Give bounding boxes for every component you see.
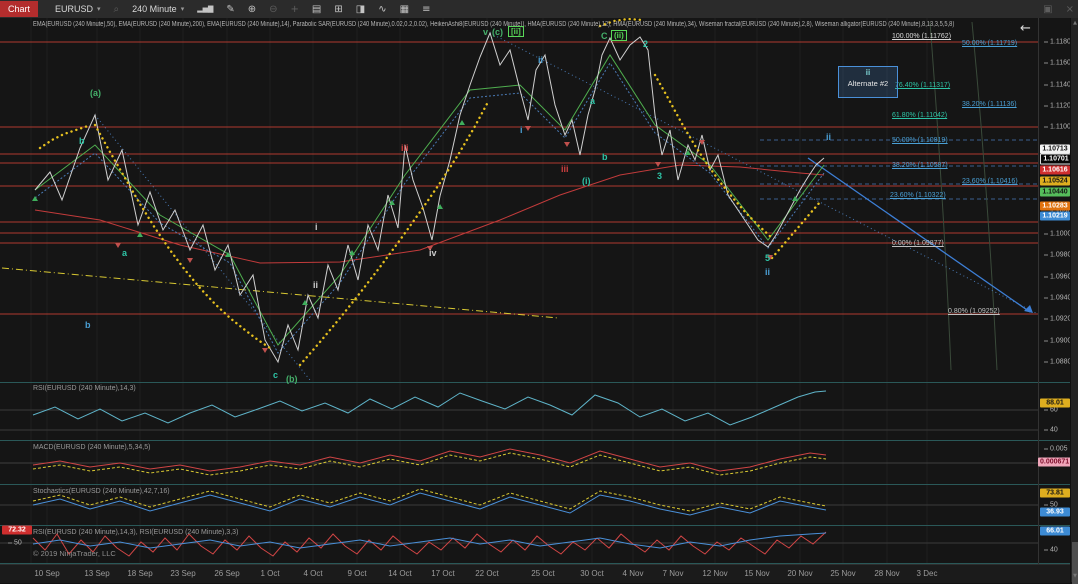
search-icon[interactable]: ⌕ bbox=[110, 4, 124, 15]
alternate-annotation[interactable]: ii Alternate #2 bbox=[838, 66, 898, 98]
price-marker-badge: 1.10219 bbox=[1040, 212, 1070, 221]
panel-splitter[interactable] bbox=[0, 382, 1070, 383]
price-marker-badge: 1.10701 bbox=[1040, 154, 1072, 165]
price-marker-badge: 1.10283 bbox=[1040, 202, 1070, 211]
axis-tick-label: 50 bbox=[1044, 502, 1058, 509]
zoom-in-icon[interactable]: ⊕ bbox=[244, 4, 260, 15]
close-icon[interactable]: × bbox=[1062, 4, 1078, 15]
instrument-select[interactable]: EURUSD ▾ bbox=[51, 4, 105, 14]
ninjatrader-window: Chart EURUSD ▾ ⌕ 240 Minute ▾ ▂▅▇ ✎ ⊕ ⊖ … bbox=[0, 0, 1078, 582]
toolbar: Chart EURUSD ▾ ⌕ 240 Minute ▾ ▂▅▇ ✎ ⊕ ⊖ … bbox=[0, 0, 1078, 18]
templates-icon[interactable]: ▦ bbox=[396, 4, 413, 15]
alerts-icon[interactable]: ⊞ bbox=[330, 4, 346, 15]
panel-splitter[interactable] bbox=[0, 525, 1070, 526]
price-axis-border bbox=[1038, 18, 1039, 564]
scroll-down-icon[interactable]: ▼ bbox=[1071, 573, 1078, 579]
price-marker-badge: 88.01 bbox=[1040, 399, 1070, 408]
price-marker-badge: 36.93 bbox=[1040, 508, 1070, 517]
properties-icon[interactable]: ≡ bbox=[418, 4, 434, 15]
panel-splitter[interactable] bbox=[0, 484, 1070, 485]
panel-splitter[interactable] bbox=[0, 440, 1070, 441]
data-box-icon[interactable]: ▤ bbox=[308, 4, 325, 15]
rsi1-plot[interactable] bbox=[0, 383, 1038, 440]
time-axis[interactable] bbox=[0, 564, 1070, 583]
instrument-label: EURUSD bbox=[55, 4, 93, 14]
price-marker-badge: 73.81 bbox=[1040, 489, 1070, 498]
axis-tick-label: 0.005 bbox=[1044, 446, 1068, 453]
macd-plot[interactable] bbox=[0, 441, 1038, 484]
interval-select[interactable]: 240 Minute ▾ bbox=[128, 4, 188, 14]
panel-label-macd: MACD(EURUSD (240 Minute),5,34,5) bbox=[33, 444, 150, 451]
panel-label-stochastics: Stochastics(EURUSD (240 Minute),42,7,16) bbox=[33, 488, 170, 495]
price-marker-badge: 66.01 bbox=[1040, 527, 1070, 536]
alternate-text: Alternate #2 bbox=[839, 79, 897, 89]
chart-trader-icon[interactable]: ◨ bbox=[352, 4, 369, 15]
price-marker-badge: 1.10524 bbox=[1040, 177, 1070, 186]
drawing-zigzag-icon[interactable]: ∿ bbox=[374, 4, 390, 15]
price-marker-badge: 1.10440 bbox=[1040, 188, 1070, 197]
pencil-icon[interactable]: ✎ bbox=[222, 4, 238, 15]
panel-label-rsi1: RSI(EURUSD (240 Minute),14,3) bbox=[33, 385, 136, 392]
indicator-label: EMA(EURUSD (240 Minute),50), EMA(EURUSD … bbox=[33, 21, 1042, 28]
tab-chart[interactable]: Chart bbox=[0, 1, 38, 17]
scroll-up-icon[interactable]: ▲ bbox=[1071, 20, 1078, 26]
arrow-left-icon[interactable]: ← bbox=[1020, 21, 1031, 36]
chevron-down-icon: ▾ bbox=[97, 5, 101, 13]
vertical-scrollbar[interactable]: ▲ ▼ bbox=[1070, 18, 1078, 582]
alternate-wave-label: ii bbox=[839, 67, 897, 79]
zoom-out-icon[interactable]: ⊖ bbox=[265, 4, 281, 15]
interval-label: 240 Minute bbox=[132, 4, 177, 14]
chevron-down-icon: ▾ bbox=[181, 5, 185, 13]
chart-style-icon[interactable]: ▂▅▇ bbox=[193, 5, 217, 13]
window-grid-icon[interactable]: ▣ bbox=[1039, 4, 1056, 15]
axis-tick-label: 60 bbox=[1044, 407, 1058, 414]
price-marker-badge: 1.10616 bbox=[1040, 166, 1070, 175]
crosshair-icon[interactable]: + bbox=[287, 4, 303, 15]
copyright-text: © 2019 NinjaTrader, LLC bbox=[33, 549, 116, 558]
price-marker-badge: 0.000671 bbox=[1038, 458, 1071, 467]
panel-label-rsi2: RSI(EURUSD (240 Minute),14,3), RSI(EURUS… bbox=[33, 529, 238, 536]
axis-tick-label: 40 bbox=[1044, 547, 1058, 554]
price-marker-badge: 1.10713 bbox=[1040, 145, 1070, 154]
axis-tick-label: 40 bbox=[1044, 427, 1058, 434]
